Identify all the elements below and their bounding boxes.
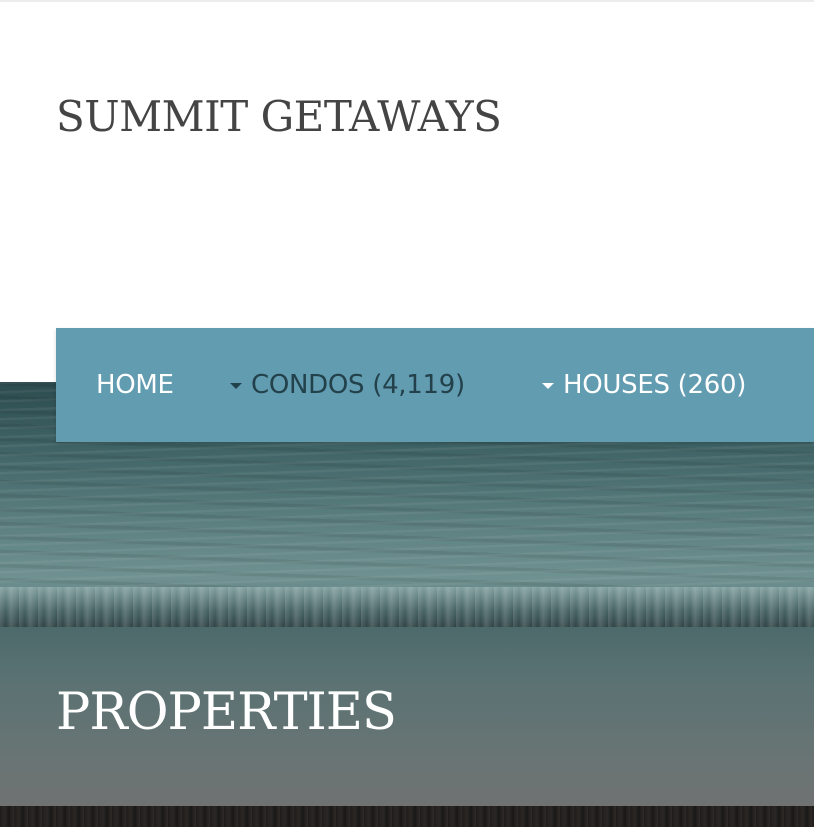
nav-item-label: HOUSES (260) xyxy=(563,370,747,400)
nav-item-home[interactable]: HOME xyxy=(96,328,174,442)
hero-banner xyxy=(0,382,814,827)
hero-ground-image xyxy=(0,806,814,827)
nav-item-condos[interactable]: CONDOS (4,119) xyxy=(230,328,465,442)
page-heading: PROPERTIES xyxy=(56,683,397,742)
hero-surf-image xyxy=(0,587,814,627)
caret-down-icon xyxy=(542,383,554,389)
site-title[interactable]: SUMMIT GETAWAYS xyxy=(56,92,502,141)
nav-item-label: CONDOS (4,119) xyxy=(251,370,465,400)
nav-item-houses[interactable]: HOUSES (260) xyxy=(542,328,746,442)
nav-item-label: HOME xyxy=(96,370,174,400)
caret-down-icon xyxy=(230,383,242,389)
top-border xyxy=(0,0,814,2)
main-navigation: HOME CONDOS (4,119) HOUSES (260) xyxy=(56,328,814,442)
